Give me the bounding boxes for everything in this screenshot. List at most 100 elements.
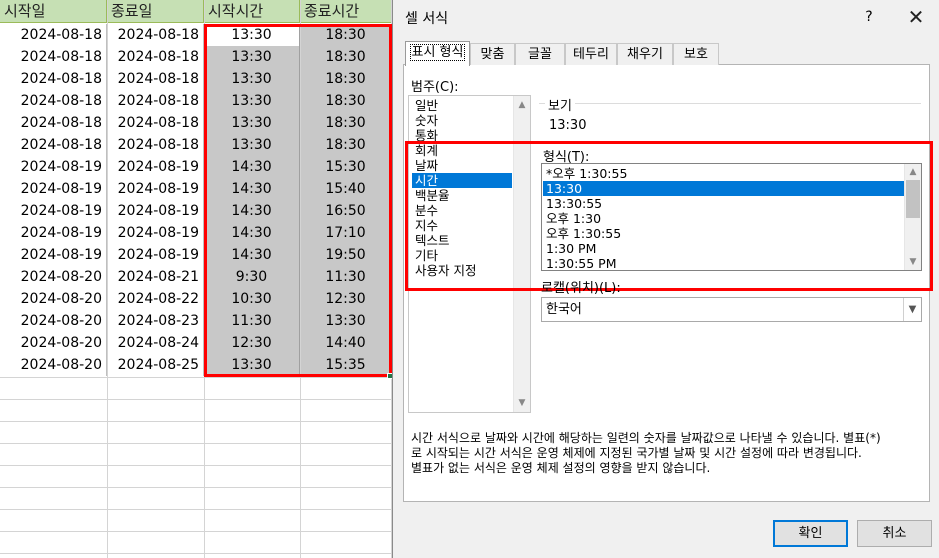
cell[interactable]: 13:30 (204, 46, 300, 68)
category-item[interactable]: 분수 (412, 203, 512, 218)
cell[interactable]: 2024-08-19 (107, 244, 204, 266)
cell[interactable]: 12:30 (300, 288, 392, 310)
cell[interactable]: 13:30 (204, 134, 300, 156)
cell[interactable]: 11:30 (204, 310, 300, 332)
cell[interactable]: 2024-08-18 (107, 24, 204, 46)
type-item[interactable]: 13:30 (543, 181, 904, 196)
cell[interactable]: 2024-08-20 (0, 332, 107, 354)
table-row[interactable]: 2024-08-19 2024-08-19 14:30 16:50 (0, 200, 392, 222)
chevron-down-icon[interactable]: ▼ (905, 255, 921, 269)
type-list[interactable]: ▲ ▼ *오후 1:30:55 13:30 13:30:55 오후 1:30 오후 1:… (541, 163, 922, 271)
cell[interactable]: 2024-08-19 (107, 156, 204, 178)
cell[interactable]: 2024-08-19 (107, 200, 204, 222)
cell[interactable]: 15:30 (300, 156, 392, 178)
cell[interactable]: 2024-08-18 (0, 68, 107, 90)
cell[interactable]: 2024-08-23 (107, 310, 204, 332)
cell[interactable]: 14:40 (300, 332, 392, 354)
cell[interactable]: 2024-08-19 (107, 178, 204, 200)
cell[interactable]: 13:30 (204, 68, 300, 90)
cell[interactable]: 16:50 (300, 200, 392, 222)
category-scrollbar[interactable]: ▲ ▼ (513, 96, 530, 412)
cell[interactable]: 18:30 (300, 24, 392, 46)
category-item[interactable]: 회계 (412, 143, 512, 158)
spreadsheet[interactable]: 시작일 종료일 시작시간 종료시간 2024-08-18 2024-08-18 13… (0, 0, 393, 558)
scroll-thumb[interactable] (906, 180, 920, 218)
cell[interactable]: 2024-08-20 (0, 354, 107, 376)
cell[interactable]: 2024-08-19 (0, 222, 107, 244)
table-row[interactable]: 2024-08-18 2024-08-18 13:30 18:30 (0, 68, 392, 90)
cell[interactable]: 14:30 (204, 200, 300, 222)
cell[interactable]: 2024-08-18 (0, 24, 107, 46)
table-row[interactable]: 2024-08-19 2024-08-19 14:30 15:40 (0, 178, 392, 200)
cell[interactable]: 2024-08-19 (0, 156, 107, 178)
category-item[interactable]: 사용자 지정 (412, 263, 512, 278)
help-button[interactable]: ? (858, 6, 880, 28)
cell[interactable]: 2024-08-21 (107, 266, 204, 288)
table-row[interactable]: 2024-08-19 2024-08-19 14:30 17:10 (0, 222, 392, 244)
type-item[interactable]: 1:30:55 PM (543, 256, 904, 271)
chevron-down-icon[interactable]: ▼ (514, 396, 530, 410)
cell[interactable]: 11:30 (300, 266, 392, 288)
locale-select[interactable]: 한국어 ▼ (541, 297, 922, 322)
cell[interactable]: 15:40 (300, 178, 392, 200)
table-row[interactable]: 2024-08-19 2024-08-19 14:30 19:50 (0, 244, 392, 266)
cell[interactable]: 2024-08-20 (0, 310, 107, 332)
cell[interactable]: 14:30 (204, 178, 300, 200)
type-scrollbar[interactable]: ▲ ▼ (904, 164, 921, 270)
cancel-button[interactable]: 취소 (857, 520, 932, 547)
table-row[interactable]: 2024-08-20 2024-08-23 11:30 13:30 (0, 310, 392, 332)
cell[interactable]: 2024-08-18 (0, 134, 107, 156)
type-item[interactable]: 1:30 PM (543, 241, 904, 256)
category-item[interactable]: 텍스트 (412, 233, 512, 248)
tab-number[interactable]: 표시 형식 (405, 41, 470, 66)
category-item[interactable]: 숫자 (412, 113, 512, 128)
cell[interactable]: 13:30 (204, 90, 300, 112)
table-row[interactable]: 2024-08-20 2024-08-25 13:30 15:35 (0, 354, 392, 376)
cell[interactable]: 14:30 (204, 244, 300, 266)
table-row[interactable]: 2024-08-20 2024-08-21 9:30 11:30 (0, 266, 392, 288)
cell[interactable]: 2024-08-18 (0, 90, 107, 112)
category-item[interactable]: 백분율 (412, 188, 512, 203)
cell[interactable]: 2024-08-18 (107, 90, 204, 112)
cell[interactable]: 12:30 (204, 332, 300, 354)
type-item[interactable]: 13:30:55 (543, 196, 904, 211)
cell[interactable]: 13:30 (204, 24, 300, 46)
category-item[interactable]: 시간 (412, 173, 512, 188)
cell[interactable]: 2024-08-20 (0, 266, 107, 288)
cell[interactable]: 15:35 (300, 354, 392, 376)
category-item[interactable]: 지수 (412, 218, 512, 233)
cell[interactable]: 2024-08-24 (107, 332, 204, 354)
table-row[interactable]: 2024-08-18 2024-08-18 13:30 18:30 (0, 46, 392, 68)
cell[interactable]: 2024-08-19 (0, 244, 107, 266)
table-row[interactable]: 2024-08-18 2024-08-18 13:30 18:30 (0, 134, 392, 156)
cell[interactable]: 9:30 (204, 266, 300, 288)
cell[interactable]: 2024-08-19 (107, 222, 204, 244)
table-row[interactable]: 2024-08-18 2024-08-18 13:30 18:30 (0, 24, 392, 46)
cell[interactable]: 19:50 (300, 244, 392, 266)
cell[interactable]: 13:30 (300, 310, 392, 332)
cell[interactable]: 18:30 (300, 68, 392, 90)
cell[interactable]: 10:30 (204, 288, 300, 310)
column-header-start-time[interactable]: 시작시간 (204, 0, 300, 23)
cell[interactable]: 13:30 (204, 112, 300, 134)
column-header-end-date[interactable]: 종료일 (107, 0, 204, 23)
table-row[interactable]: 2024-08-19 2024-08-19 14:30 15:30 (0, 156, 392, 178)
chevron-down-icon[interactable]: ▼ (903, 298, 921, 321)
tab-alignment[interactable]: 맞춤 (470, 43, 515, 65)
category-item[interactable]: 기타 (412, 248, 512, 263)
table-row[interactable]: 2024-08-18 2024-08-18 13:30 18:30 (0, 90, 392, 112)
column-header-end-time[interactable]: 종료시간 (300, 0, 392, 23)
ok-button[interactable]: 확인 (773, 520, 848, 547)
tab-protection[interactable]: 보호 (673, 43, 719, 65)
cell[interactable]: 2024-08-18 (107, 68, 204, 90)
cell[interactable]: 2024-08-18 (107, 46, 204, 68)
cell[interactable]: 2024-08-22 (107, 288, 204, 310)
cell[interactable]: 2024-08-19 (0, 200, 107, 222)
table-row[interactable]: 2024-08-20 2024-08-22 10:30 12:30 (0, 288, 392, 310)
tab-fill[interactable]: 채우기 (617, 43, 673, 65)
table-row[interactable]: 2024-08-18 2024-08-18 13:30 18:30 (0, 112, 392, 134)
cell[interactable]: 2024-08-20 (0, 288, 107, 310)
cell[interactable]: 14:30 (204, 222, 300, 244)
cell[interactable]: 18:30 (300, 90, 392, 112)
cell[interactable]: 2024-08-19 (0, 178, 107, 200)
